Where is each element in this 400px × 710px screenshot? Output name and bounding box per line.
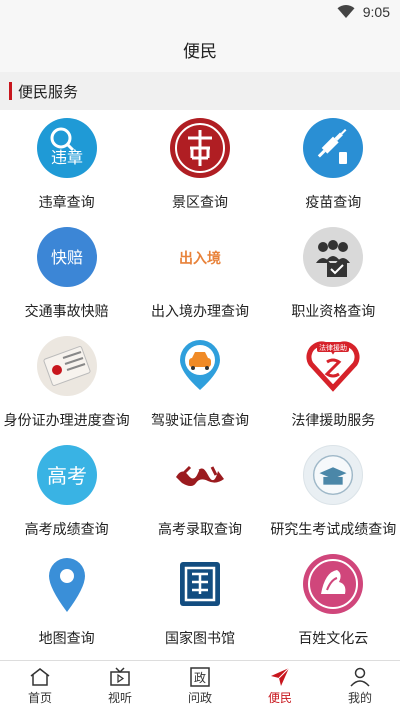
map-pin-icon	[36, 554, 97, 614]
service-grid: 违章 违章查询 景区查询 疫苗查询 快赔 交通事故快赔 出入境 出入境办理查询 …	[0, 110, 400, 660]
service-label: 高考录取查询	[157, 522, 242, 538]
section-title: 便民服务	[18, 82, 79, 101]
service-culture-cloud[interactable]: 百姓文化云	[267, 546, 400, 655]
service-map-query[interactable]: 地图查询	[0, 546, 133, 655]
vaccine-icon	[303, 118, 364, 178]
tv-icon	[110, 667, 130, 686]
service-label: 违章查询	[38, 195, 95, 211]
tab-home[interactable]: 首页	[0, 661, 80, 710]
national-library-icon	[169, 554, 230, 614]
service-label: 景区查询	[171, 195, 228, 211]
service-label: 国家图书馆	[164, 631, 235, 647]
service-label: 出入境办理查询	[150, 304, 249, 320]
service-accident-claim[interactable]: 快赔 交通事故快赔	[0, 219, 133, 328]
status-icons: 9:05	[337, 4, 390, 20]
service-label: 地图查询	[38, 631, 95, 647]
bottom-tab-bar: 首页 视听 政 问政 便民 我的	[0, 660, 400, 710]
svg-text:政: 政	[194, 671, 206, 685]
tab-label: 首页	[27, 691, 52, 705]
service-driver-license-query[interactable]: 驾驶证信息查询	[133, 328, 266, 437]
svg-text:快赔: 快赔	[51, 248, 83, 267]
status-time: 9:05	[362, 4, 390, 20]
service-id-card-query[interactable]: 身份证办理进度查询	[0, 328, 133, 437]
service-scenic-query[interactable]: 景区查询	[133, 110, 266, 219]
service-national-library[interactable]: 国家图书馆	[133, 546, 266, 655]
qualification-icon	[303, 227, 364, 287]
svg-text:高考: 高考	[47, 464, 87, 488]
svg-text:法律援助: 法律援助	[319, 343, 347, 352]
tab-label: 问政	[187, 691, 212, 705]
page-header: 便民	[0, 26, 400, 72]
accident-claim-icon: 快赔	[36, 227, 97, 287]
service-label: 高考成绩查询	[24, 522, 109, 538]
scenic-area-icon	[169, 118, 230, 178]
service-label: 百姓文化云	[298, 631, 369, 647]
wifi-icon	[337, 5, 355, 18]
service-legal-aid[interactable]: 法律援助 法律援助服务	[267, 328, 400, 437]
tab-politics[interactable]: 政 问政	[160, 661, 240, 710]
home-icon	[30, 668, 50, 686]
profile-icon	[350, 667, 370, 687]
service-label: 研究生考试成绩查询	[270, 522, 397, 538]
service-graduate-exam-query[interactable]: 研究生考试成绩查询	[267, 437, 400, 546]
service-qualification-query[interactable]: 职业资格查询	[267, 219, 400, 328]
tab-convenience[interactable]: 便民	[240, 661, 320, 710]
service-admission-query[interactable]: 高考录取查询	[133, 437, 266, 546]
tab-profile[interactable]: 我的	[320, 661, 400, 710]
service-label: 交通事故快赔	[24, 304, 109, 320]
tab-label: 视听	[107, 691, 132, 705]
status-bar: 9:05	[0, 0, 400, 26]
svg-text:违章: 违章	[51, 148, 83, 167]
driver-license-icon	[169, 336, 230, 396]
service-label: 疫苗查询	[305, 195, 362, 211]
culture-cloud-icon	[303, 554, 364, 614]
service-label: 身份证办理进度查询	[3, 413, 130, 429]
service-label: 驾驶证信息查询	[150, 413, 249, 429]
service-exam-score-query[interactable]: 高考 高考成绩查询	[0, 437, 133, 546]
tab-media[interactable]: 视听	[80, 661, 160, 710]
service-immigration-query[interactable]: 出入境 出入境办理查询	[133, 219, 266, 328]
service-label: 法律援助服务	[291, 413, 376, 429]
admission-icon	[169, 445, 230, 505]
politics-icon: 政	[190, 667, 210, 687]
service-label: 职业资格查询	[291, 304, 376, 320]
immigration-icon: 出入境	[169, 227, 230, 287]
exam-score-icon: 高考	[36, 445, 97, 505]
page-title: 便民	[183, 41, 217, 62]
service-vaccine-query[interactable]: 疫苗查询	[267, 110, 400, 219]
id-card-icon	[36, 336, 97, 396]
tab-label: 便民	[267, 691, 292, 705]
section-accent-bar	[9, 82, 12, 100]
service-violation-query[interactable]: 违章 违章查询	[0, 110, 133, 219]
violation-icon: 违章	[36, 118, 97, 178]
svg-text:出入境: 出入境	[179, 250, 221, 267]
tab-label: 我的	[347, 691, 372, 705]
convenience-icon	[271, 667, 290, 686]
graduate-exam-icon	[303, 445, 364, 505]
legal-aid-icon: 法律援助	[303, 336, 364, 396]
section-header: 便民服务	[0, 72, 400, 110]
